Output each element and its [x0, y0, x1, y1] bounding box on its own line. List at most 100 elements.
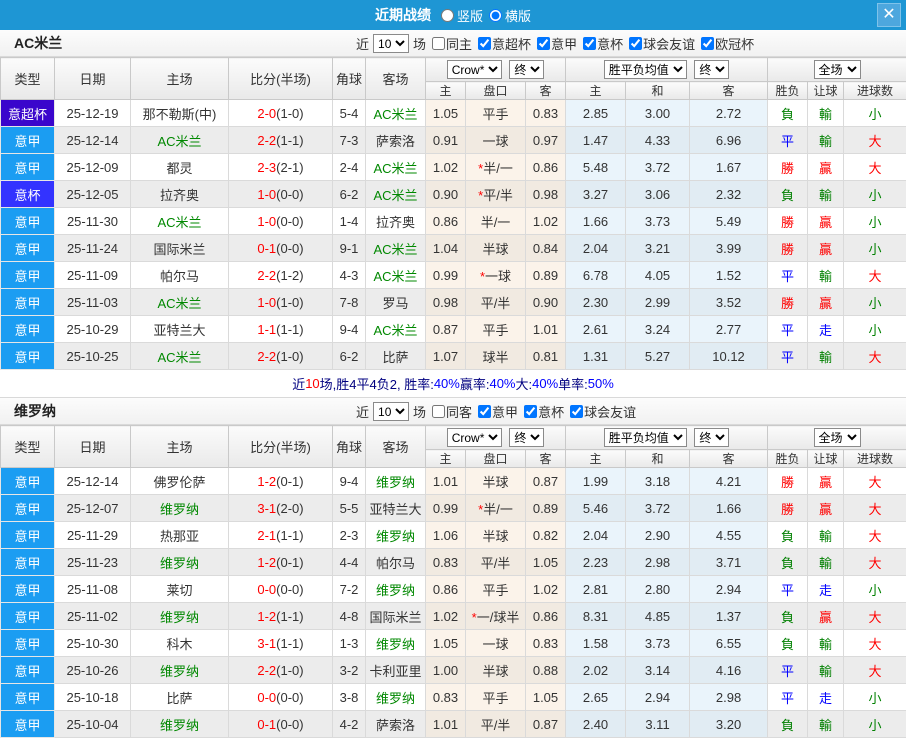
- result-wdl: 勝: [768, 468, 808, 495]
- result-goals: 大: [844, 522, 906, 549]
- result-goals: 大: [844, 343, 906, 370]
- odds-handicap: 一球: [466, 127, 526, 154]
- filter-checkbox-同主[interactable]: 同主: [432, 34, 472, 53]
- filter-checkbox-意杯[interactable]: 意杯: [583, 34, 623, 53]
- checkbox-label: 球会友谊: [584, 402, 636, 421]
- league-badge: 意杯: [1, 181, 55, 208]
- filter-checkbox-意杯[interactable]: 意杯: [524, 402, 564, 421]
- mean-time-select[interactable]: 终: [694, 428, 729, 447]
- away-team: 帕尔马: [366, 549, 426, 576]
- col-mean-draw: 和: [626, 82, 690, 100]
- matches-table-ac-milan: 类型 日期 主场 比分(半场) 角球 客场 Crow* 终 胜平负均值 终 全场: [0, 57, 906, 370]
- recent-count-select[interactable]: 10: [373, 402, 409, 421]
- checkbox-input[interactable]: [537, 37, 550, 50]
- filter-checkbox-意甲[interactable]: 意甲: [537, 34, 577, 53]
- corner-score: 3-8: [333, 684, 366, 711]
- odds-handicap: 平手: [466, 316, 526, 343]
- checkbox-input[interactable]: [583, 37, 596, 50]
- result-wdl: 負: [768, 522, 808, 549]
- summary-bar: 近10场,胜4平4负2, 胜率:40% 赢率:40% 大:40% 单率:50%: [0, 370, 906, 398]
- odds-handicap: *半/一: [466, 154, 526, 181]
- result-wdl: 平: [768, 316, 808, 343]
- checkbox-input[interactable]: [478, 405, 491, 418]
- odds-handicap: *半/一: [466, 495, 526, 522]
- match-date: 25-10-18: [55, 684, 131, 711]
- mean-select[interactable]: 胜平负均值: [604, 60, 687, 79]
- mean-draw: 3.00: [626, 100, 690, 127]
- filter-checkbox-同客[interactable]: 同客: [432, 402, 472, 421]
- mean-away: 6.96: [690, 127, 768, 154]
- match-row: 意甲25-11-02维罗纳1-2(1-1)4-8国际米兰1.02*一/球半0.8…: [1, 603, 906, 630]
- odds-home: 1.05: [426, 100, 466, 127]
- filter-checkbox-意甲[interactable]: 意甲: [478, 402, 518, 421]
- mean-draw: 3.06: [626, 181, 690, 208]
- result-goals: 小: [844, 711, 906, 738]
- league-badge: 意甲: [1, 495, 55, 522]
- layout-radio-group: 竖版 横版: [435, 6, 531, 25]
- result-handicap: 輸: [808, 127, 844, 154]
- odds-time-select[interactable]: 终: [509, 60, 544, 79]
- odds-away: 0.89: [526, 262, 566, 289]
- mean-home: 1.99: [566, 468, 626, 495]
- checkbox-input[interactable]: [432, 37, 445, 50]
- home-team: 维罗纳: [131, 495, 229, 522]
- odds-home: 0.86: [426, 208, 466, 235]
- league-badge: 意甲: [1, 549, 55, 576]
- mean-select[interactable]: 胜平负均值: [604, 428, 687, 447]
- corner-score: 9-1: [333, 235, 366, 262]
- mean-time-select[interactable]: 终: [694, 60, 729, 79]
- checkbox-input[interactable]: [478, 37, 491, 50]
- match-date: 25-10-25: [55, 343, 131, 370]
- bookmaker-select[interactable]: Crow*: [447, 428, 502, 447]
- odds-time-select[interactable]: 终: [509, 428, 544, 447]
- odds-handicap: 平/半: [466, 711, 526, 738]
- filter-checkbox-意超杯[interactable]: 意超杯: [478, 34, 531, 53]
- mean-home: 2.61: [566, 316, 626, 343]
- mean-home: 2.04: [566, 235, 626, 262]
- match-score: 1-2(1-1): [229, 603, 333, 630]
- checkbox-input[interactable]: [629, 37, 642, 50]
- filter-checkbox-球会友谊[interactable]: 球会友谊: [629, 34, 695, 53]
- checkbox-input[interactable]: [701, 37, 714, 50]
- match-date: 25-11-02: [55, 603, 131, 630]
- checkbox-input[interactable]: [524, 405, 537, 418]
- close-button[interactable]: ✕: [877, 3, 901, 27]
- filter-checkbox-欧冠杯[interactable]: 欧冠杯: [701, 34, 754, 53]
- bookmaker-select[interactable]: Crow*: [447, 60, 502, 79]
- scope-select[interactable]: 全场: [814, 428, 861, 447]
- col-odds-handicap: 盘口: [466, 450, 526, 468]
- mean-home: 6.78: [566, 262, 626, 289]
- checkbox-input[interactable]: [432, 405, 445, 418]
- result-goals: 小: [844, 235, 906, 262]
- team-name: 维罗纳: [14, 401, 56, 421]
- scope-select[interactable]: 全场: [814, 60, 861, 79]
- recent-count-select[interactable]: 10: [373, 34, 409, 53]
- col-res-handicap: 让球: [808, 450, 844, 468]
- recent-results-dialog: 近期战绩 竖版 横版 ✕ AC米兰 近 10 场 同主意超杯意甲意杯球会友谊欧冠…: [0, 0, 906, 750]
- result-wdl: 負: [768, 603, 808, 630]
- league-filter-checkboxes: 同主意超杯意甲意杯球会友谊欧冠杯: [426, 34, 754, 53]
- result-goals: 小: [844, 181, 906, 208]
- col-date: 日期: [55, 426, 131, 468]
- odds-home: 0.99: [426, 262, 466, 289]
- filter-checkbox-球会友谊[interactable]: 球会友谊: [570, 402, 636, 421]
- mean-away: 2.98: [690, 684, 768, 711]
- radio-horizontal-input[interactable]: [489, 9, 502, 22]
- handicap-change-marker: *: [480, 269, 485, 284]
- away-team: 维罗纳: [366, 576, 426, 603]
- corner-score: 6-2: [333, 343, 366, 370]
- odds-handicap: 平/半: [466, 549, 526, 576]
- mean-away: 3.20: [690, 711, 768, 738]
- mean-away: 3.52: [690, 289, 768, 316]
- checkbox-input[interactable]: [570, 405, 583, 418]
- odds-handicap: 半球: [466, 657, 526, 684]
- result-goals: 大: [844, 603, 906, 630]
- col-res-goals: 进球数: [844, 450, 906, 468]
- radio-vertical-layout[interactable]: 竖版: [441, 6, 483, 25]
- radio-horizontal-layout[interactable]: 横版: [489, 6, 531, 25]
- result-wdl: 勝: [768, 289, 808, 316]
- result-goals: 大: [844, 127, 906, 154]
- home-team: 莱切: [131, 576, 229, 603]
- radio-vertical-input[interactable]: [441, 9, 454, 22]
- match-score: 1-2(0-1): [229, 468, 333, 495]
